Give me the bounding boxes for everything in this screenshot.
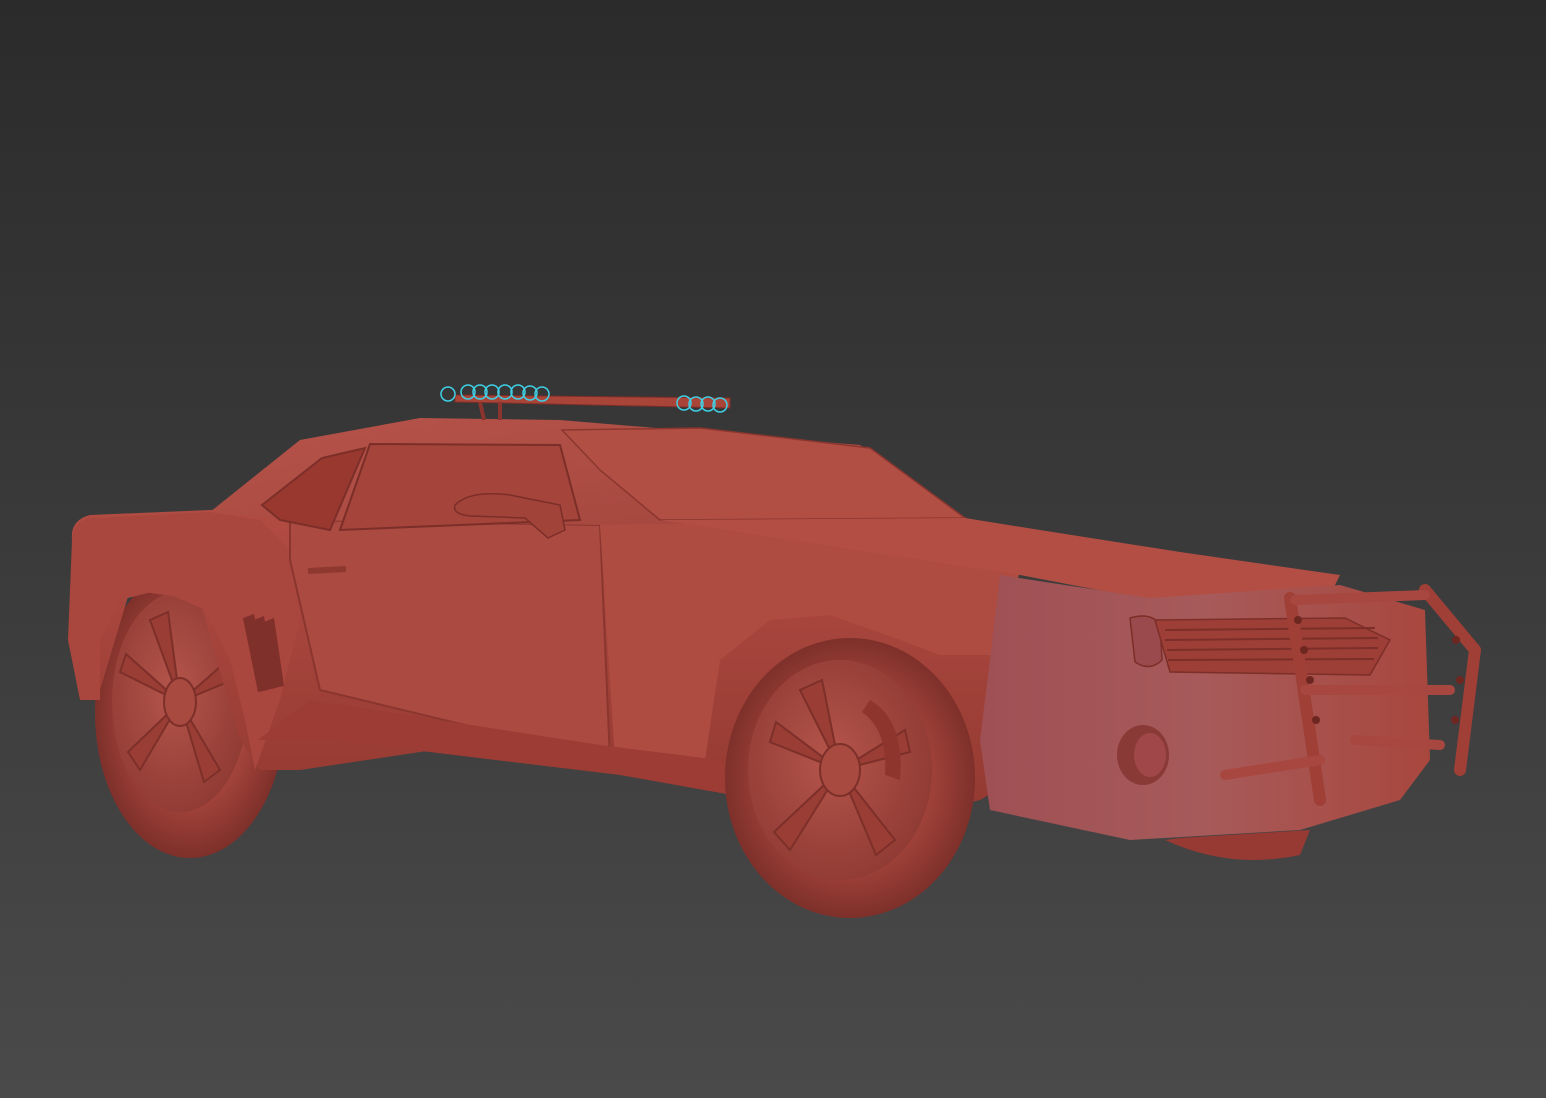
light-bar-mounts	[478, 401, 502, 421]
3d-viewport[interactable]	[0, 0, 1546, 1098]
front-fascia[interactable]	[980, 575, 1430, 860]
front-grille	[1154, 617, 1392, 676]
front-wheel[interactable]	[725, 638, 975, 918]
front-hub	[819, 743, 861, 797]
viewport-scene[interactable]	[0, 0, 1546, 1098]
fog-light-lens	[1134, 733, 1166, 777]
roof-light-bar[interactable]	[440, 384, 731, 421]
rear-hub	[163, 677, 197, 727]
front-bumper	[980, 575, 1430, 840]
